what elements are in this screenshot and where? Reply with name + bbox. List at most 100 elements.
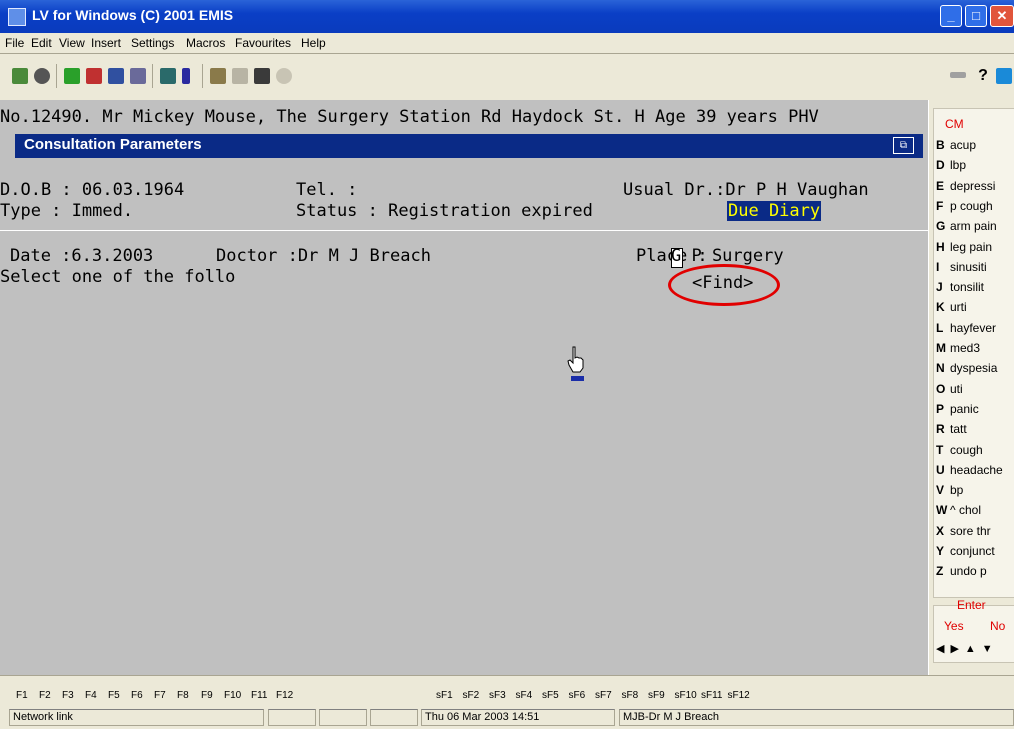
fkey-button[interactable]: F1 <box>16 690 28 701</box>
screen-icon[interactable] <box>996 68 1012 84</box>
flask-icon[interactable] <box>108 68 124 84</box>
quick-pick-key: K <box>936 300 945 315</box>
fkey-button[interactable]: F5 <box>108 690 120 701</box>
quick-pick-item[interactable]: Xsore thr <box>936 524 991 538</box>
fkey-button[interactable]: F10 <box>224 690 241 701</box>
panel-restore-icon[interactable]: ⧉ <box>893 137 914 154</box>
fkey-button[interactable]: F9 <box>201 690 213 701</box>
lock-icon[interactable] <box>34 68 50 84</box>
help-icon[interactable]: ? <box>975 68 991 84</box>
shift-fkey-button[interactable]: sF11 <box>701 690 723 701</box>
menu-favourites[interactable]: Favourites <box>235 36 291 50</box>
no-button[interactable]: No <box>990 619 1005 633</box>
shift-fkey-button[interactable]: sF6 <box>569 690 586 701</box>
quick-pick-item[interactable]: Lhayfever <box>936 321 996 335</box>
patient-header: No.12490. Mr Mickey Mouse, The Surgery S… <box>0 107 819 127</box>
shift-fkey-button[interactable]: sF4 <box>516 690 533 701</box>
yes-button[interactable]: Yes <box>944 619 964 633</box>
shift-fkey-button[interactable]: sF7 <box>595 690 612 701</box>
minimize-button[interactable]: _ <box>940 5 962 27</box>
shift-fkey-button[interactable]: sF5 <box>542 690 559 701</box>
hand-pointer-icon <box>567 346 584 373</box>
quick-pick-label: tonsilit <box>950 280 985 295</box>
quick-pick-item[interactable]: Dlbp <box>936 158 966 172</box>
shift-fkey-button[interactable]: sF3 <box>489 690 506 701</box>
quick-pick-item[interactable]: Ppanic <box>936 402 979 416</box>
quick-pick-item[interactable]: Isinusiti <box>936 260 987 274</box>
menu-bar: File Edit View Insert Settings Macros Fa… <box>0 33 1014 54</box>
person-icon[interactable] <box>130 68 146 84</box>
menu-settings[interactable]: Settings <box>131 36 174 50</box>
fkey-button[interactable]: F8 <box>177 690 189 701</box>
add-icon[interactable] <box>64 68 80 84</box>
quick-pick-item[interactable]: Yconjunct <box>936 544 995 558</box>
quick-pick-item[interactable]: Fp cough <box>936 199 993 213</box>
quick-pick-item[interactable]: Outi <box>936 382 963 396</box>
quick-pick-item[interactable]: Zundo p <box>936 564 987 578</box>
house-icon[interactable] <box>86 68 102 84</box>
menu-help[interactable]: Help <box>301 36 326 50</box>
clipboard-icon[interactable] <box>254 68 270 84</box>
annotation-circle <box>668 264 780 306</box>
quick-pick-item[interactable]: Vbp <box>936 483 963 497</box>
shift-fkey-button[interactable]: sF2 <box>463 690 480 701</box>
quick-pick-key: V <box>936 483 945 498</box>
maximize-button[interactable]: □ <box>965 5 987 27</box>
quick-pick-item[interactable]: Kurti <box>936 300 967 314</box>
menu-view[interactable]: View <box>59 36 85 50</box>
fkey-button[interactable]: F3 <box>62 690 74 701</box>
shift-fkey-button[interactable]: sF12 <box>728 690 750 701</box>
calculator-icon[interactable] <box>160 68 176 84</box>
quick-pick-item[interactable]: Jtonsilit <box>936 280 984 294</box>
quick-pick-item[interactable]: Tcough <box>936 443 983 457</box>
quick-pick-label: med3 <box>950 341 981 355</box>
fkey-button[interactable]: F7 <box>154 690 166 701</box>
clip-icon[interactable] <box>182 68 190 84</box>
fkey-button[interactable]: F4 <box>85 690 97 701</box>
usual-doctor-field: Usual Dr.:Dr P H Vaughan <box>623 180 869 200</box>
close-button[interactable]: ✕ <box>990 5 1014 27</box>
enter-button[interactable]: Enter <box>957 598 986 612</box>
doctor-field: Doctor :Dr M J Breach <box>216 246 431 266</box>
quick-pick-item[interactable]: Mmed3 <box>936 341 980 355</box>
quick-pick-item[interactable]: Bacup <box>936 138 976 152</box>
quick-pick-item[interactable]: Garm pain <box>936 219 997 233</box>
status-network: Network link <box>9 709 264 726</box>
menu-file[interactable]: File <box>5 36 24 50</box>
shift-fkey-button[interactable]: sF9 <box>648 690 665 701</box>
fkey-button[interactable]: F12 <box>276 690 293 701</box>
shift-fkey-button[interactable]: sF1 <box>436 690 453 701</box>
quick-pick-key: F <box>936 198 944 213</box>
fkey-button[interactable]: F2 <box>39 690 51 701</box>
quick-pick-key: G <box>936 219 946 234</box>
quick-pick-item[interactable]: W ^ chol <box>936 503 981 517</box>
place-input[interactable]: G P Surgery <box>671 246 784 266</box>
quick-pick-item[interactable]: Edepressi <box>936 179 995 193</box>
fkey-button[interactable]: F6 <box>131 690 143 701</box>
due-diary-badge[interactable]: Due Diary <box>727 201 822 221</box>
cancel-icon[interactable] <box>276 68 292 84</box>
quick-pick-key: W <box>936 503 948 518</box>
patient-icon[interactable] <box>12 68 28 84</box>
shift-fkey-button[interactable]: sF8 <box>622 690 639 701</box>
quick-pick-item[interactable]: Ndyspesia <box>936 361 997 375</box>
nav-arrows-icon[interactable]: ◀▶▲▼ <box>936 642 999 655</box>
cursor-shadow <box>571 376 584 381</box>
quick-pick-item[interactable]: Uheadache <box>936 463 1003 477</box>
quick-pick-key: E <box>936 178 945 193</box>
menu-edit[interactable]: Edit <box>31 36 52 50</box>
menu-insert[interactable]: Insert <box>91 36 121 50</box>
quick-pick-item[interactable]: Rtatt <box>936 422 967 436</box>
copy-icon[interactable] <box>210 68 226 84</box>
consultation-window: No.12490. Mr Mickey Mouse, The Surgery S… <box>0 100 928 675</box>
fkey-button[interactable]: F11 <box>251 690 268 701</box>
quick-pick-item[interactable]: Hleg pain <box>936 240 992 254</box>
quick-pick-label: depressi <box>950 178 996 193</box>
shift-fkey-button[interactable]: sF10 <box>675 690 697 701</box>
back-arrow-icon[interactable] <box>950 72 966 78</box>
menu-macros[interactable]: Macros <box>186 36 225 50</box>
quick-pick-label: acup <box>950 138 977 152</box>
selection-prompt: Select one of the follo <box>0 267 236 287</box>
toolbar: ? <box>0 54 1014 100</box>
paste-icon[interactable] <box>232 68 248 84</box>
